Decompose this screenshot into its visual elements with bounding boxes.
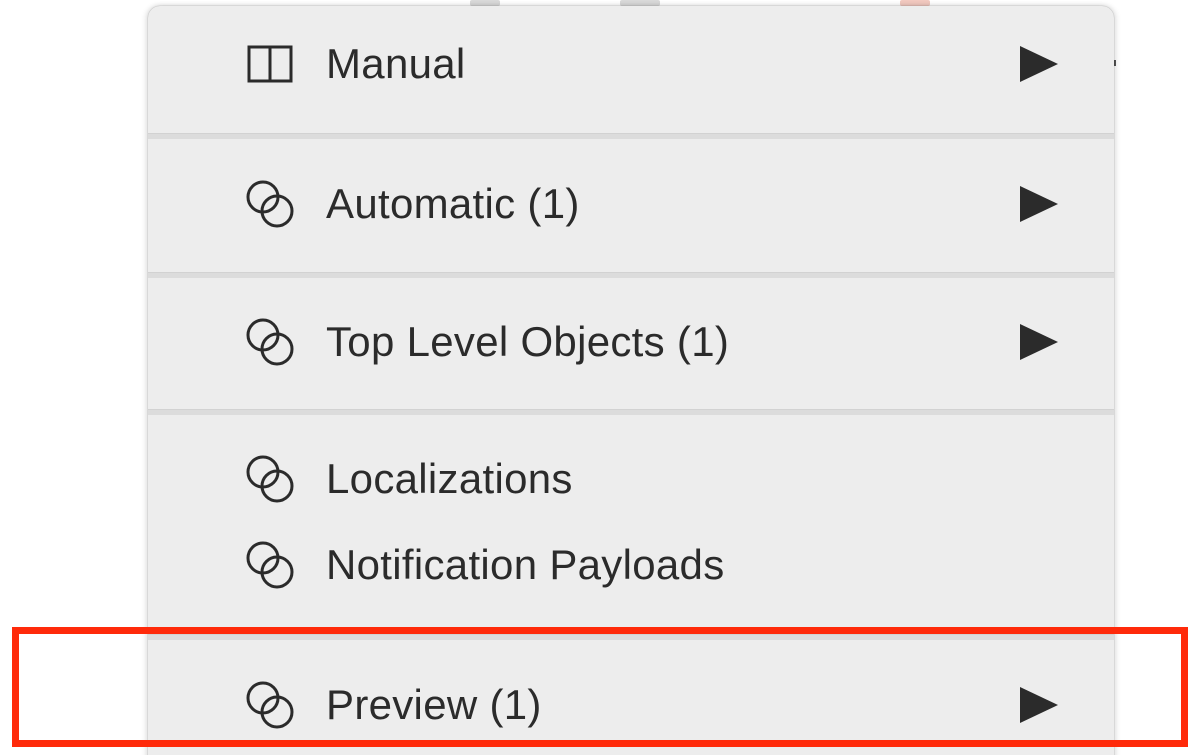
menu-item-localizations[interactable]: Localizations: [148, 439, 1114, 519]
menu-separator: [148, 634, 1114, 640]
linked-circles-icon: [240, 680, 300, 730]
menu-item-label: Localizations: [326, 455, 573, 502]
split-panes-icon: [240, 39, 300, 89]
menu-item-preview[interactable]: Preview (1): [148, 665, 1114, 745]
menu-item-label: Manual: [326, 40, 466, 87]
menu-separator: [148, 409, 1114, 415]
menu-separator: [148, 272, 1114, 278]
submenu-arrow-icon: [1020, 186, 1058, 222]
menu-separator: [148, 133, 1114, 139]
submenu-arrow-icon: [1020, 687, 1058, 723]
linked-circles-icon: [240, 540, 300, 590]
linked-circles-icon: [240, 317, 300, 367]
submenu-arrow-icon: [1020, 324, 1058, 360]
menu-item-label: Notification Payloads: [326, 541, 725, 588]
screenshot-canvas: Manual Automatic (1) Top Level Objects (…: [0, 0, 1194, 755]
outline-context-menu: Manual Automatic (1) Top Level Objects (…: [148, 6, 1114, 755]
linked-circles-icon: [240, 179, 300, 229]
menu-item-notification-payloads[interactable]: Notification Payloads: [148, 525, 1114, 605]
submenu-arrow-icon: [1020, 46, 1058, 82]
linked-circles-icon: [240, 454, 300, 504]
menu-item-label: Top Level Objects (1): [326, 318, 730, 365]
menu-item-automatic[interactable]: Automatic (1): [148, 164, 1114, 244]
menu-item-manual[interactable]: Manual: [148, 24, 1114, 104]
menu-item-label: Automatic (1): [326, 180, 580, 227]
menu-item-label: Preview (1): [326, 681, 542, 728]
menu-item-top-level-objects[interactable]: Top Level Objects (1): [148, 302, 1114, 382]
